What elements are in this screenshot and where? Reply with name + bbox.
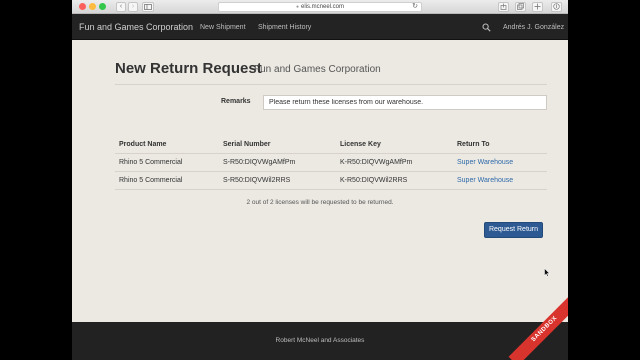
header-license-key: License Key — [340, 141, 381, 148]
new-tab-icon — [534, 3, 541, 10]
browser-window: ‹ › ● elis.mcneel.com ↻ Fun and Games Co… — [72, 0, 568, 360]
downloads-button[interactable] — [551, 2, 562, 12]
window-zoom-button[interactable] — [99, 3, 106, 10]
request-return-button[interactable]: Request Return — [484, 222, 543, 238]
window-minimize-button[interactable] — [89, 3, 96, 10]
downloads-icon — [553, 3, 560, 10]
header-return-to: Return To — [457, 141, 490, 148]
table-divider — [115, 189, 547, 190]
title-divider — [115, 84, 547, 85]
app-navbar: Fun and Games Corporation New Shipment S… — [72, 14, 568, 40]
remarks-input[interactable] — [263, 95, 547, 110]
sidebar-icon — [144, 4, 152, 10]
window-close-button[interactable] — [79, 3, 86, 10]
new-tab-button[interactable] — [532, 2, 543, 12]
table-row: Rhino 5 Commercial S-R50:DIQVWgAMfPm K-R… — [72, 154, 568, 172]
address-bar[interactable]: ● elis.mcneel.com ↻ — [218, 2, 422, 12]
table-row: Rhino 5 Commercial S-R50:DIQVWil2RRS K-R… — [72, 172, 568, 190]
sidebar-toggle-button[interactable] — [142, 2, 154, 12]
url-text: elis.mcneel.com — [301, 4, 345, 10]
brand-link[interactable]: Fun and Games Corporation — [79, 22, 193, 32]
mouse-cursor-icon — [544, 268, 550, 277]
share-icon — [500, 3, 507, 10]
user-menu[interactable]: Andrés J. González — [503, 24, 564, 31]
cell-serial-number: S-R50:DIQVWil2RRS — [223, 177, 291, 184]
cell-license-key: K-R50:DIQVWil2RRS — [340, 177, 408, 184]
header-serial-number: Serial Number — [223, 141, 271, 148]
page-subtitle: Fun and Games Corporation — [254, 64, 381, 75]
back-button[interactable]: ‹ — [116, 2, 126, 12]
header-product-name: Product Name — [119, 141, 167, 148]
cell-serial-number: S-R50:DIQVWgAMfPm — [223, 159, 296, 166]
return-to-link[interactable]: Super Warehouse — [457, 159, 513, 166]
remarks-label: Remarks — [221, 98, 251, 105]
nav-new-shipment[interactable]: New Shipment — [200, 24, 246, 31]
return-to-link[interactable]: Super Warehouse — [457, 177, 513, 184]
show-tabs-button[interactable] — [515, 2, 526, 12]
page-title: New Return Request — [115, 60, 262, 77]
share-button[interactable] — [498, 2, 509, 12]
nav-shipment-history[interactable]: Shipment History — [258, 24, 311, 31]
cell-product-name: Rhino 5 Commercial — [119, 177, 183, 184]
search-icon[interactable] — [482, 23, 491, 32]
cell-product-name: Rhino 5 Commercial — [119, 159, 183, 166]
lock-icon: ● — [295, 4, 299, 10]
page-footer: Robert McNeel and Associates — [72, 322, 568, 360]
tabs-icon — [517, 3, 524, 10]
forward-button[interactable]: › — [128, 2, 138, 12]
reload-icon[interactable]: ↻ — [412, 3, 418, 11]
footer-text: Robert McNeel and Associates — [275, 337, 365, 344]
screen: ‹ › ● elis.mcneel.com ↻ Fun and Games Co… — [0, 0, 640, 360]
cell-license-key: K-R50:DIQVWgAMfPm — [340, 159, 413, 166]
browser-toolbar: ‹ › ● elis.mcneel.com ↻ — [72, 0, 568, 14]
return-summary: 2 out of 2 licenses will be requested to… — [246, 199, 394, 206]
